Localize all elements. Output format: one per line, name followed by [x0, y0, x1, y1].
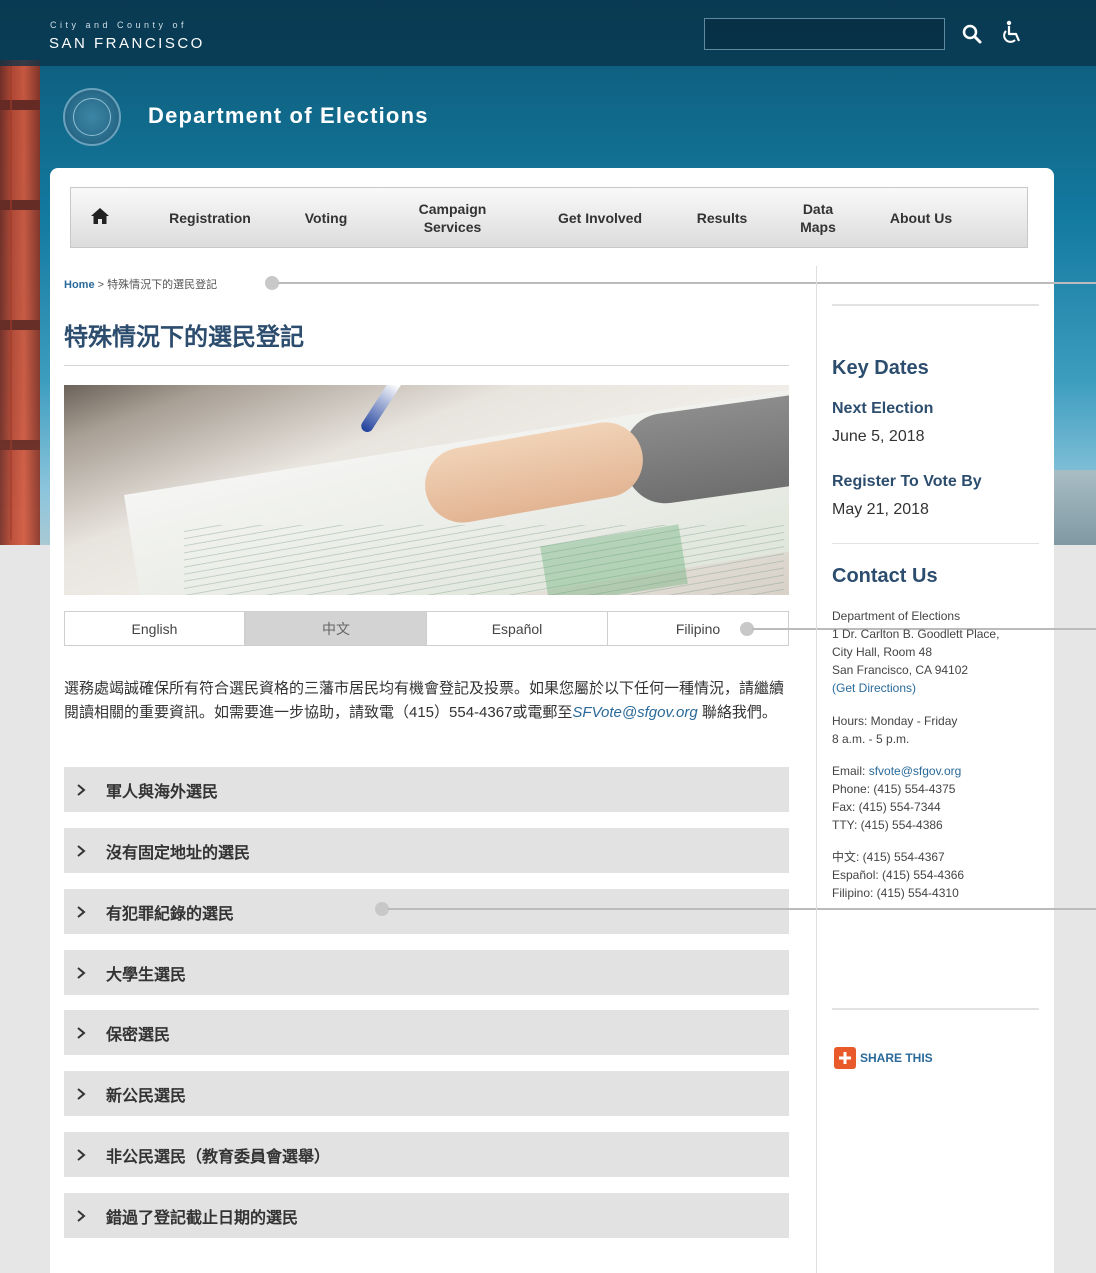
- city-line-1: City and County of: [50, 20, 188, 30]
- breadcrumb-current: 特殊情況下的選民登記: [107, 279, 218, 291]
- accordion-label: 有犯罪紀錄的選民: [106, 905, 235, 923]
- search-input[interactable]: [704, 18, 945, 50]
- register-label: Register To Vote By: [832, 473, 982, 490]
- chevron-right-icon: [77, 844, 86, 857]
- address-line: 1 Dr. Carlton B. Goodlett Place,: [832, 627, 1000, 641]
- contact-address: Department of Elections 1 Dr. Carlton B.…: [832, 607, 999, 697]
- city-seal[interactable]: [63, 88, 121, 146]
- email-label: Email:: [832, 764, 866, 778]
- breadcrumb-home[interactable]: Home: [64, 279, 95, 291]
- search-icon[interactable]: [960, 22, 984, 46]
- email-link[interactable]: sfvote@sfgov.org: [869, 764, 962, 778]
- get-directions-link[interactable]: (Get Directions): [832, 679, 999, 697]
- key-dates-heading: Key Dates: [832, 357, 929, 379]
- sidebar-divider: [816, 266, 817, 1273]
- tab-english[interactable]: English: [64, 611, 245, 646]
- tty-number: TTY: (415) 554-4386: [832, 818, 943, 832]
- next-election-date: June 5, 2018: [832, 428, 925, 445]
- nav-registration[interactable]: Registration: [150, 188, 270, 247]
- accordion-label: 大學生選民: [106, 966, 187, 984]
- page-title: 特殊情況下的選民登記: [64, 324, 304, 351]
- contact-heading: Contact Us: [832, 565, 938, 587]
- breadcrumb: Home > 特殊情況下的選民登記: [64, 276, 217, 292]
- address-line: Department of Elections: [832, 609, 961, 623]
- contact-hours: Hours: Monday - Friday 8 a.m. - 5 p.m.: [832, 712, 957, 748]
- accordion-item[interactable]: 沒有固定地址的選民: [64, 828, 789, 873]
- accordion-label: 軍人與海外選民: [106, 783, 219, 801]
- chevron-right-icon: [77, 1148, 86, 1161]
- chevron-right-icon: [77, 783, 86, 796]
- accordion-label: 沒有固定地址的選民: [106, 844, 251, 862]
- intro-email-link[interactable]: SFVote@sfgov.org: [572, 704, 697, 721]
- nav-get-involved[interactable]: Get Involved: [548, 188, 652, 247]
- tab-spanish[interactable]: Español: [426, 611, 608, 646]
- annotation-dot: [375, 902, 389, 916]
- nav-about-us[interactable]: About Us: [876, 188, 966, 247]
- sidebar-rule: [832, 304, 1039, 306]
- language-phones: 中文: (415) 554-4367 Español: (415) 554-43…: [832, 848, 964, 902]
- annotation-line: [278, 282, 1096, 284]
- spanish-phone: Español: (415) 554-4366: [832, 868, 965, 882]
- hours-line: 8 a.m. - 5 p.m.: [832, 732, 910, 746]
- hours-line: Hours: Monday - Friday: [832, 714, 958, 728]
- chevron-right-icon: [77, 1087, 86, 1100]
- nav-results[interactable]: Results: [686, 188, 758, 247]
- phone-number: Phone: (415) 554-4375: [832, 782, 956, 796]
- accordion-item[interactable]: 錯過了登記截止日期的選民: [64, 1193, 789, 1238]
- accordion-label: 非公民選民（教育委員會選舉）: [106, 1148, 331, 1166]
- accordion-item[interactable]: 軍人與海外選民: [64, 767, 789, 812]
- share-this-link[interactable]: SHARE THIS: [860, 1051, 933, 1065]
- accordion-item[interactable]: 保密選民: [64, 1010, 789, 1055]
- sidebar-rule: [832, 1008, 1039, 1010]
- chevron-right-icon: [77, 905, 86, 918]
- chevron-right-icon: [77, 1026, 86, 1039]
- department-title[interactable]: Department of Elections: [148, 103, 429, 129]
- city-line-2[interactable]: SAN FRANCISCO: [49, 35, 205, 52]
- language-tabs: English 中文 Español Filipino: [64, 611, 789, 646]
- contact-methods: Email: sfvote@sfgov.org Phone: (415) 554…: [832, 762, 961, 834]
- register-date: May 21, 2018: [832, 501, 929, 518]
- address-line: City Hall, Room 48: [832, 645, 933, 659]
- accordion-item[interactable]: 非公民選民（教育委員會選舉）: [64, 1132, 789, 1177]
- accordion-label: 新公民選民: [106, 1087, 187, 1105]
- accessibility-icon[interactable]: [1000, 20, 1024, 46]
- hero-photo: [64, 385, 789, 595]
- share-plus-icon[interactable]: [834, 1047, 856, 1069]
- tab-chinese[interactable]: 中文: [245, 611, 427, 646]
- accordion-label: 保密選民: [106, 1026, 171, 1044]
- sidebar-rule: [832, 543, 1039, 544]
- intro-paragraph: 選務處竭誠確保所有符合選民資格的三藩市居民均有機會登記及投票。如果您屬於以下任何…: [64, 677, 784, 725]
- bridge-image: [0, 60, 40, 545]
- nav-voting[interactable]: Voting: [290, 188, 362, 247]
- fax-number: Fax: (415) 554-7344: [832, 800, 941, 814]
- annotation-line: [388, 908, 1096, 910]
- chinese-phone: 中文: (415) 554-4367: [832, 850, 945, 864]
- breadcrumb-separator: >: [97, 279, 105, 291]
- annotation-dot: [265, 276, 279, 290]
- accordion-item[interactable]: 有犯罪紀錄的選民: [64, 889, 789, 934]
- home-icon[interactable]: [90, 207, 110, 225]
- accordion-label: 錯過了登記截止日期的選民: [106, 1209, 299, 1227]
- intro-suffix: 聯絡我們。: [701, 704, 777, 721]
- nav-campaign-services[interactable]: Campaign Services: [405, 188, 500, 247]
- filipino-phone: Filipino: (415) 554-4310: [832, 886, 959, 900]
- chevron-right-icon: [77, 966, 86, 979]
- accordion-item[interactable]: 新公民選民: [64, 1071, 789, 1116]
- title-divider: [64, 365, 789, 366]
- next-election-label: Next Election: [832, 400, 934, 417]
- address-line: San Francisco, CA 94102: [832, 663, 969, 677]
- accordion-item[interactable]: 大學生選民: [64, 950, 789, 995]
- chevron-right-icon: [77, 1209, 86, 1222]
- bridge-cable: [10, 60, 12, 540]
- nav-data-maps[interactable]: Data Maps: [793, 188, 843, 247]
